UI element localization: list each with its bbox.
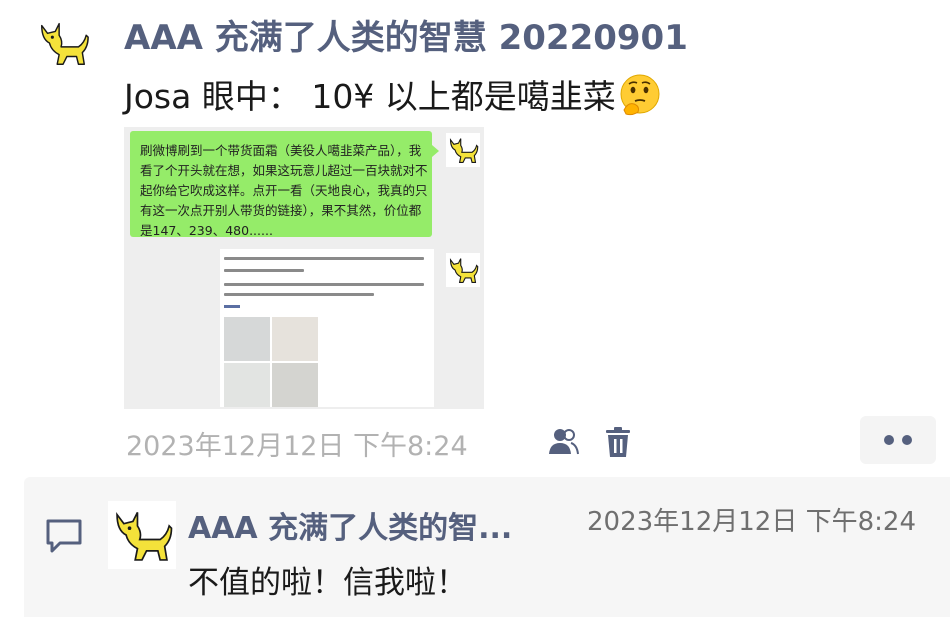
chat-bubble: 刷微博刷到一个带货面霜（美役人噶韭菜产品），我看了个开头就在想，如果这玩意儿超过… bbox=[130, 131, 432, 238]
trash-icon[interactable] bbox=[600, 424, 636, 460]
post-timestamp: 2023年12月12日 下午8:24 bbox=[126, 431, 468, 462]
cat-icon bbox=[41, 22, 89, 65]
commenter-avatar[interactable] bbox=[108, 501, 176, 569]
post-text: Josa 眼中： 10¥ 以上都是噶韭菜 bbox=[124, 70, 662, 118]
comment-text[interactable]: 不值的啦！信我啦！ bbox=[188, 557, 467, 602]
more-icon[interactable] bbox=[860, 416, 936, 464]
thinking-face-icon bbox=[620, 74, 660, 116]
bubble-text: 刷微博刷到一个带货面霜（美役人噶韭菜产品），我看了个开头就在想，如果这玩意儿超过… bbox=[140, 143, 428, 238]
post-text-content: Josa 眼中： 10¥ 以上都是噶韭菜 bbox=[124, 77, 616, 116]
comment-section: AAA 充满了人类的智... 2023年12月12日 下午8:24 不值的啦！信… bbox=[24, 477, 950, 617]
author-avatar[interactable] bbox=[34, 14, 92, 72]
comment-icon bbox=[46, 519, 82, 553]
attached-screenshot[interactable]: 刷微博刷到一个带货面霜（美役人噶韭菜产品），我看了个开头就在想，如果这玩意儿超过… bbox=[124, 127, 484, 409]
comment-time: 2023年12月12日 下午8:24 bbox=[587, 507, 916, 537]
comment-author[interactable]: AAA 充满了人类的智... bbox=[188, 503, 558, 547]
people-icon[interactable] bbox=[545, 424, 581, 460]
post-author[interactable]: AAA 充满了人类的智慧 20220901 bbox=[124, 10, 688, 59]
shared-article-card bbox=[220, 249, 434, 407]
cat-icon bbox=[116, 511, 173, 561]
cat-icon bbox=[446, 133, 480, 167]
cat-icon bbox=[446, 253, 480, 287]
bubble-tail bbox=[432, 145, 439, 157]
